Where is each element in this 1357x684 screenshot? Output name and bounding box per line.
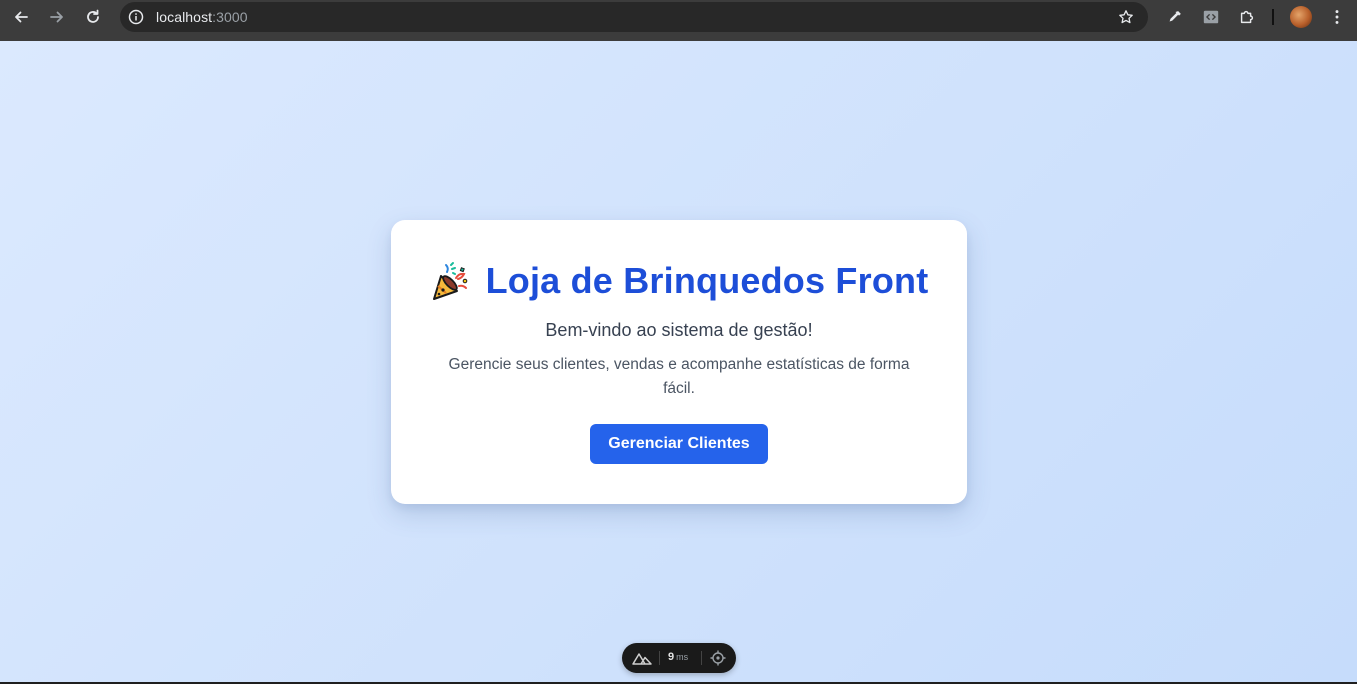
eyedropper-button[interactable]: [1165, 7, 1185, 27]
nuxt-devtools-panel[interactable]: 9 ms: [622, 643, 736, 673]
extensions-button[interactable]: [1237, 7, 1257, 27]
welcome-description: Gerencie seus clientes, vendas e acompan…: [448, 356, 910, 397]
info-icon[interactable]: [128, 9, 144, 25]
target-icon[interactable]: [710, 650, 726, 666]
browser-toolbar: localhost:3000: [0, 0, 1357, 41]
render-time-unit: ms: [676, 652, 689, 662]
forward-button[interactable]: [42, 5, 72, 29]
kebab-menu-icon: [1335, 10, 1339, 24]
title-row: Loja de Brinquedos Front: [391, 260, 967, 302]
back-button[interactable]: [6, 5, 36, 29]
browser-menu-button[interactable]: [1327, 7, 1347, 27]
star-icon[interactable]: [1118, 9, 1134, 25]
devtools-divider: [701, 651, 702, 665]
eyedropper-icon: [1169, 11, 1181, 22]
render-time-value: 9: [668, 651, 675, 663]
puzzle-icon: [1240, 10, 1254, 24]
manage-clients-button[interactable]: Gerenciar Clientes: [590, 424, 768, 464]
url-host: localhost: [156, 9, 213, 25]
render-time-readout: 9 ms: [668, 651, 688, 663]
back-arrow-icon: [15, 11, 28, 23]
code-extension-icon: [1203, 10, 1219, 24]
welcome-card: Loja de Brinquedos Front Bem-vindo ao si…: [391, 220, 967, 504]
nuxt-logo-icon[interactable]: [632, 651, 652, 665]
address-bar[interactable]: localhost:3000: [120, 2, 1148, 32]
forward-arrow-icon: [50, 11, 63, 23]
url-text[interactable]: localhost:3000: [156, 9, 248, 25]
toolbar-divider: [1272, 9, 1274, 25]
url-port: :3000: [212, 9, 248, 25]
welcome-subtitle: Bem-vindo ao sistema de gestão!: [545, 320, 813, 340]
profile-avatar[interactable]: [1290, 6, 1312, 28]
reload-icon: [87, 9, 99, 23]
devtools-divider: [659, 651, 660, 665]
page-title: Loja de Brinquedos Front: [485, 260, 929, 301]
party-popper-icon: [432, 262, 467, 300]
code-extension-button[interactable]: [1201, 7, 1221, 27]
reload-button[interactable]: [78, 5, 108, 29]
page-viewport: Loja de Brinquedos Front Bem-vindo ao si…: [0, 41, 1357, 682]
